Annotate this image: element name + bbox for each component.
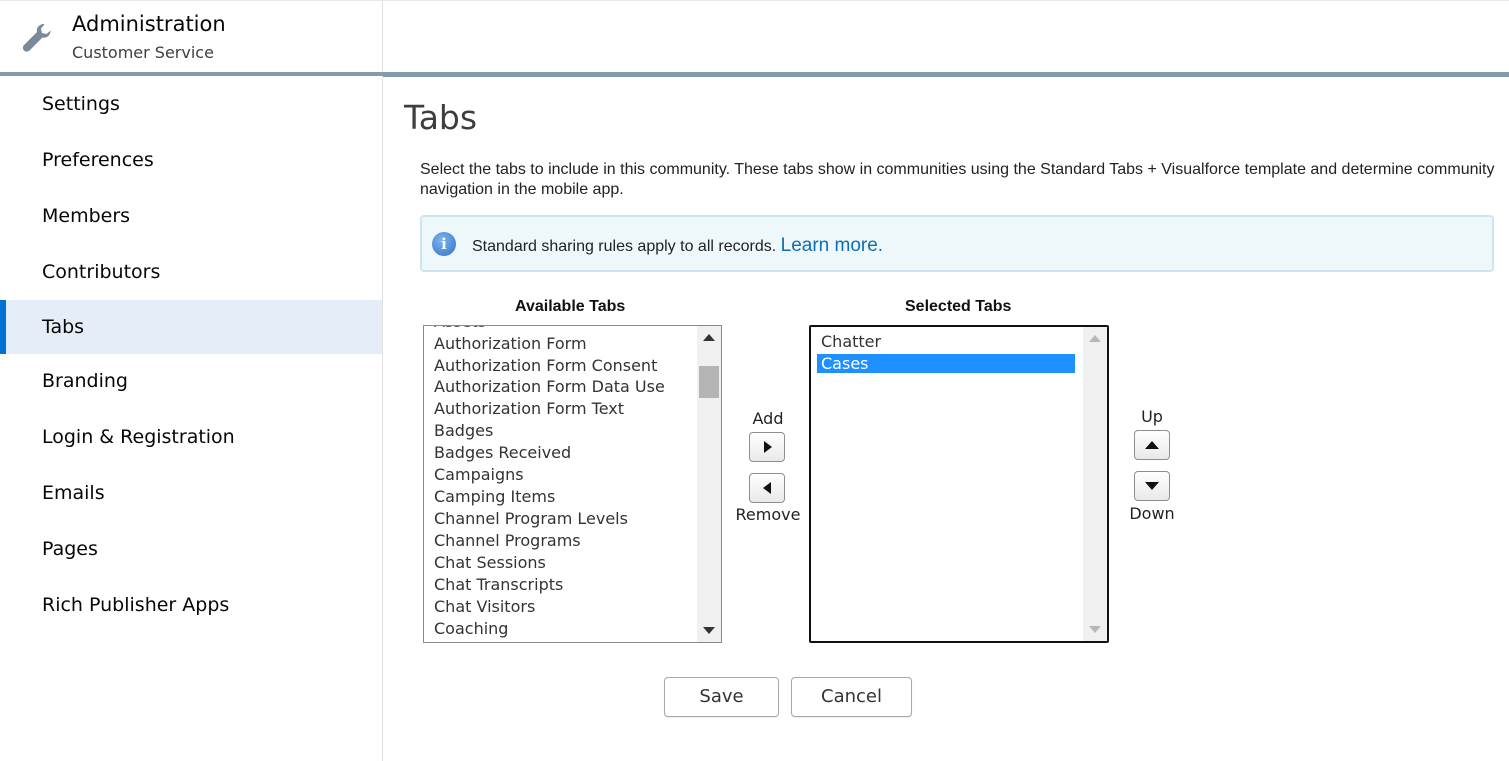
sidebar-item-branding[interactable]: Branding <box>0 354 382 408</box>
cancel-button[interactable]: Cancel <box>791 677 912 717</box>
list-item[interactable]: Badges Received <box>434 443 571 462</box>
scroll-down-arrow-icon[interactable] <box>703 627 715 634</box>
scroll-thumb[interactable] <box>699 366 719 398</box>
scroll-up-arrow-icon[interactable] <box>703 334 715 341</box>
selected-tabs-list[interactable]: Chatter Cases <box>809 325 1109 643</box>
sidebar-item-contributors[interactable]: Contributors <box>0 245 382 299</box>
list-item[interactable]: Chat Sessions <box>434 553 546 572</box>
sidebar-item-settings[interactable]: Settings <box>0 77 382 131</box>
list-item[interactable]: Chat Transcripts <box>434 575 563 594</box>
app-title: Administration <box>72 12 226 36</box>
remove-label: Remove <box>735 505 801 524</box>
page-title: Tabs <box>404 98 478 137</box>
save-button[interactable]: Save <box>664 677 779 717</box>
app-subtitle: Customer Service <box>72 43 214 62</box>
info-icon: i <box>432 232 456 256</box>
add-label: Add <box>752 409 784 428</box>
list-item[interactable]: Chat Visitors <box>434 597 535 616</box>
selected-tabs-heading: Selected Tabs <box>905 298 1012 315</box>
selected-list-scrollbar[interactable] <box>1083 327 1107 641</box>
list-item-partial: Assets <box>434 326 486 331</box>
list-item[interactable]: Authorization Form Data Use <box>434 377 665 396</box>
list-item[interactable]: Authorization Form <box>434 334 587 353</box>
scroll-down-arrow-icon[interactable] <box>1089 626 1101 633</box>
list-item[interactable]: Chatter <box>821 332 881 351</box>
list-item[interactable]: Badges <box>434 421 493 440</box>
sidebar-item-rich-publisher-apps[interactable]: Rich Publisher Apps <box>0 578 382 632</box>
sidebar-item-tabs[interactable]: Tabs <box>0 300 382 354</box>
app-header: Administration Customer Service <box>0 0 1509 77</box>
arrow-right-icon <box>764 441 772 453</box>
sidebar-item-emails[interactable]: Emails <box>0 466 382 520</box>
up-label: Up <box>1141 407 1163 426</box>
sidebar-item-pages[interactable]: Pages <box>0 522 382 576</box>
list-item[interactable]: Campaigns <box>434 465 524 484</box>
info-message: Standard sharing rules apply to all reco… <box>472 238 777 255</box>
wrench-icon <box>22 24 51 52</box>
available-tabs-list[interactable]: Assets Authorization Form Authorization … <box>423 325 722 643</box>
main-content: Tabs Select the tabs to include in this … <box>384 76 1509 761</box>
list-item-selected[interactable]: Cases <box>817 354 1075 373</box>
move-down-button[interactable] <box>1134 471 1170 501</box>
scroll-up-arrow-icon[interactable] <box>1089 335 1101 342</box>
sidebar-item-login-registration[interactable]: Login & Registration <box>0 410 382 464</box>
sidebar: Settings Preferences Members Contributor… <box>0 76 383 761</box>
learn-more-link[interactable]: Learn more. <box>781 235 883 256</box>
list-item[interactable]: Channel Program Levels <box>434 509 628 528</box>
info-text: Standard sharing rules apply to all reco… <box>472 235 883 257</box>
info-banner: i Standard sharing rules apply to all re… <box>420 215 1494 272</box>
sidebar-item-preferences[interactable]: Preferences <box>0 133 382 187</box>
remove-button[interactable] <box>749 473 785 503</box>
available-list-scrollbar[interactable] <box>697 326 721 642</box>
arrow-down-icon <box>1145 482 1159 490</box>
page-description: Select the tabs to include in this commu… <box>420 161 1495 198</box>
list-item[interactable]: Authorization Form Consent <box>434 356 657 375</box>
add-button[interactable] <box>749 432 785 462</box>
app-title-area: Administration Customer Service <box>0 1 383 73</box>
list-item[interactable]: Channel Programs <box>434 531 581 550</box>
list-item[interactable]: Camping Items <box>434 487 555 506</box>
arrow-up-icon <box>1145 441 1159 449</box>
available-tabs-heading: Available Tabs <box>515 298 626 315</box>
arrow-left-icon <box>763 482 771 494</box>
sidebar-item-members[interactable]: Members <box>0 189 382 243</box>
list-item[interactable]: Authorization Form Text <box>434 399 624 418</box>
list-item[interactable]: Coaching <box>434 619 508 638</box>
move-up-button[interactable] <box>1134 430 1170 460</box>
down-label: Down <box>1129 504 1175 523</box>
